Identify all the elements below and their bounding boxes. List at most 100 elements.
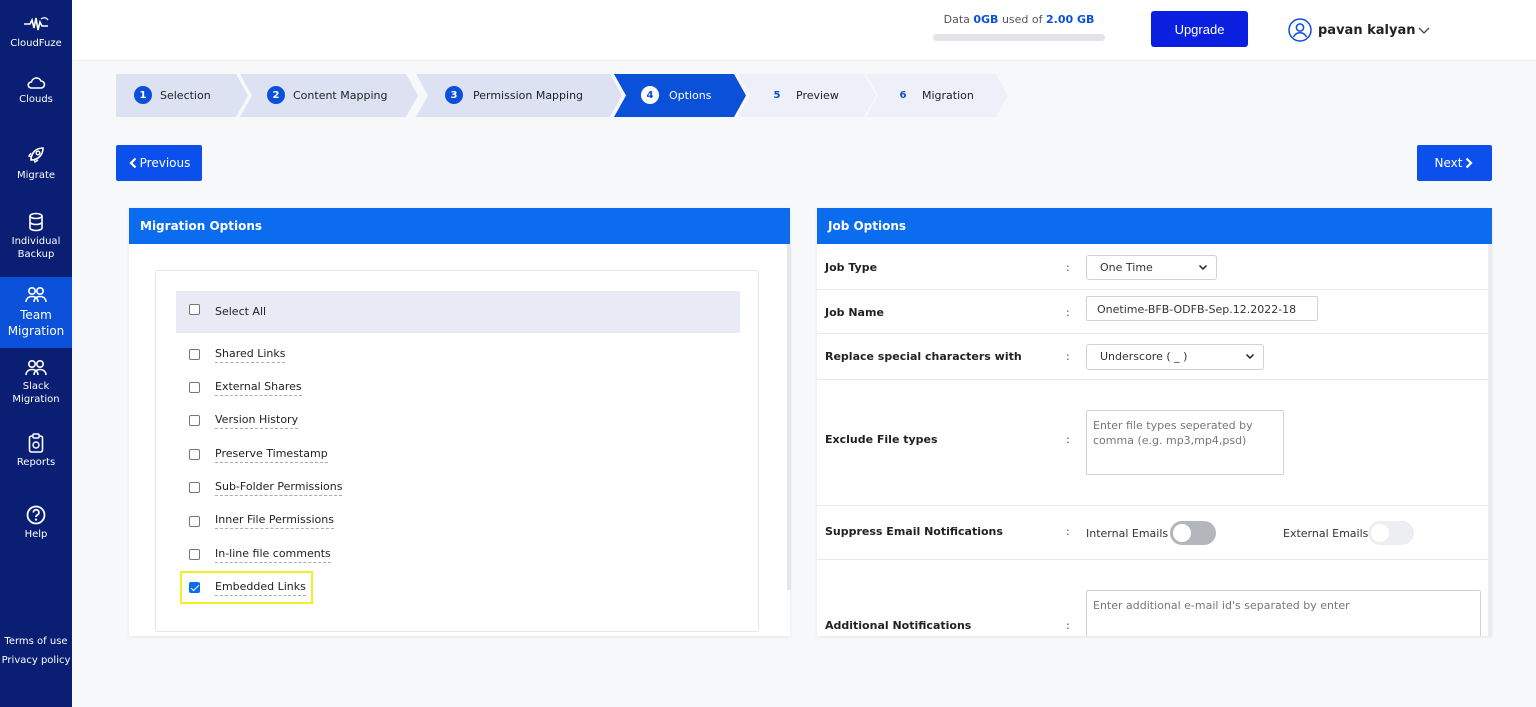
sidebar-item-label: Team Migration bbox=[7, 308, 65, 338]
external-emails-toggle[interactable] bbox=[1368, 521, 1414, 545]
chevron-right-icon bbox=[1466, 157, 1474, 169]
version-history-checkbox[interactable] bbox=[189, 415, 200, 426]
job-type-value: One Time bbox=[1100, 261, 1153, 274]
step-label: Permission Mapping bbox=[473, 89, 584, 102]
suppress-label: Suppress Email Notifications bbox=[825, 525, 1003, 538]
chevron-down-icon bbox=[1419, 27, 1430, 34]
exclude-row: Exclude File types : Enter file types se… bbox=[817, 380, 1489, 506]
sub-folder-permissions-checkbox[interactable] bbox=[189, 482, 200, 493]
options-scrollbar[interactable] bbox=[787, 244, 791, 590]
previous-button[interactable]: Previous bbox=[116, 145, 202, 181]
select-all-checkbox[interactable] bbox=[189, 304, 200, 315]
option-label: Shared Links bbox=[215, 347, 286, 363]
option-label: Embedded Links bbox=[215, 580, 306, 596]
step-label: Content Mapping bbox=[293, 89, 388, 102]
job-options-panel: Job Options Job Type : One Time Job Name… bbox=[817, 208, 1492, 636]
job-type-select[interactable]: One Time bbox=[1086, 255, 1217, 280]
suppress-row: Suppress Email Notifications : Internal … bbox=[817, 506, 1489, 560]
exclude-file-types-input[interactable]: Enter file types seperated by comma (e.g… bbox=[1086, 410, 1284, 475]
step-number: 3 bbox=[445, 86, 463, 104]
replace-chars-label: Replace special characters with bbox=[825, 350, 1022, 363]
replace-chars-value: Underscore ( _ ) bbox=[1100, 350, 1188, 363]
step-permission-mapping[interactable]: 3 Permission Mapping bbox=[416, 74, 622, 117]
chevron-down-icon bbox=[1198, 264, 1208, 271]
step-migration[interactable]: 6 Migration bbox=[866, 74, 1008, 117]
internal-emails-toggle[interactable] bbox=[1170, 521, 1216, 545]
upgrade-button[interactable]: Upgrade bbox=[1151, 11, 1248, 47]
replace-chars-row: Replace special characters with : Unders… bbox=[817, 334, 1489, 380]
step-number: 5 bbox=[773, 89, 781, 101]
option-label: Inner File Permissions bbox=[215, 513, 334, 529]
storage-usage-bar bbox=[933, 34, 1105, 41]
step-preview[interactable]: 5 Preview bbox=[738, 74, 876, 117]
rocket-icon bbox=[27, 147, 44, 164]
job-options-scrollbar[interactable] bbox=[1488, 244, 1492, 636]
inline-comments-checkbox[interactable] bbox=[189, 549, 200, 560]
additional-label: Additional Notifications bbox=[825, 619, 972, 632]
migration-options-title: Migration Options bbox=[129, 208, 790, 244]
replace-chars-select[interactable]: Underscore ( _ ) bbox=[1086, 344, 1264, 370]
user-menu[interactable]: pavan kalyan bbox=[1288, 18, 1437, 42]
storage-usage-text: Data 0GB used of 2.00 GB bbox=[932, 13, 1106, 26]
sidebar-item-label: Slack Migration bbox=[12, 381, 60, 405]
sidebar-item-individual-backup[interactable]: Individual Backup bbox=[0, 212, 72, 261]
brand-name: CloudFuze bbox=[10, 38, 62, 49]
job-name-row: Job Name : Onetime-BFB-ODFB-Sep.12.2022-… bbox=[817, 290, 1489, 334]
colon: : bbox=[1066, 619, 1070, 632]
chevron-left-icon bbox=[129, 157, 136, 169]
sidebar-item-help[interactable]: Help bbox=[0, 505, 72, 541]
job-name-input[interactable]: Onetime-BFB-ODFB-Sep.12.2022-18 bbox=[1086, 296, 1318, 321]
team-icon bbox=[25, 286, 47, 303]
step-label: Options bbox=[669, 89, 712, 102]
database-icon bbox=[29, 212, 43, 232]
select-all-row[interactable]: Select All bbox=[176, 291, 740, 333]
colon: : bbox=[1066, 261, 1070, 274]
sidebar-item-slack-migration[interactable]: Slack Migration bbox=[0, 359, 72, 406]
chevron-down-icon bbox=[1245, 353, 1255, 360]
sidebar-item-label: Reports bbox=[16, 457, 56, 468]
user-avatar-icon bbox=[1288, 18, 1312, 42]
inner-file-permissions-checkbox[interactable] bbox=[189, 516, 200, 527]
top-bar: Data 0GB used of 2.00 GB Upgrade pavan k… bbox=[72, 0, 1536, 61]
sidebar-item-label: Individual Backup bbox=[11, 236, 61, 260]
step-selection[interactable]: 1 Selection bbox=[116, 74, 248, 117]
step-number: 6 bbox=[899, 89, 907, 101]
usage-mid: used of bbox=[998, 13, 1046, 26]
brand-logo[interactable]: CloudFuze bbox=[0, 14, 72, 50]
help-icon bbox=[26, 505, 46, 525]
cloud-icon bbox=[27, 77, 46, 89]
additional-emails-input[interactable]: Enter additional e-mail id's separated b… bbox=[1086, 590, 1481, 636]
exclude-label: Exclude File types bbox=[825, 433, 938, 446]
terms-link[interactable]: Terms of use bbox=[0, 636, 72, 647]
sidebar-item-label: Help bbox=[24, 529, 48, 540]
step-label: Preview bbox=[796, 89, 839, 102]
colon: : bbox=[1066, 306, 1070, 319]
colon: : bbox=[1066, 433, 1070, 446]
sidebar-item-reports[interactable]: Reports bbox=[0, 433, 72, 469]
preserve-timestamp-checkbox[interactable] bbox=[189, 449, 200, 460]
migration-options-box: Select All Shared Links External Shares … bbox=[155, 270, 759, 632]
privacy-link[interactable]: Privacy policy bbox=[0, 655, 72, 666]
embedded-links-checkbox[interactable] bbox=[189, 582, 200, 593]
shared-links-checkbox[interactable] bbox=[189, 349, 200, 360]
sidebar-item-team-migration[interactable]: Team Migration bbox=[0, 277, 72, 348]
colon: : bbox=[1066, 525, 1070, 538]
colon: : bbox=[1066, 350, 1070, 363]
sidebar-item-label: Clouds bbox=[19, 94, 53, 105]
additional-row: Additional Notifications : Enter additio… bbox=[817, 560, 1489, 636]
next-label: Next bbox=[1434, 156, 1463, 170]
next-button[interactable]: Next bbox=[1417, 145, 1492, 181]
step-label: Selection bbox=[160, 89, 211, 102]
sidebar-item-label: Migrate bbox=[16, 170, 56, 181]
select-all-label: Select All bbox=[215, 305, 267, 318]
job-type-row: Job Type : One Time bbox=[817, 244, 1489, 290]
clipboard-icon bbox=[28, 433, 44, 453]
external-shares-checkbox[interactable] bbox=[189, 382, 200, 393]
cloudfuze-logo-icon bbox=[24, 17, 49, 31]
option-label: In-line file comments bbox=[215, 547, 331, 563]
sidebar-item-migrate[interactable]: Migrate bbox=[0, 144, 72, 182]
step-options[interactable]: 4 Options bbox=[614, 74, 746, 117]
step-content-mapping[interactable]: 2 Content Mapping bbox=[240, 74, 418, 117]
sidebar-item-clouds[interactable]: Clouds bbox=[0, 76, 72, 106]
option-label: Preserve Timestamp bbox=[215, 447, 328, 463]
